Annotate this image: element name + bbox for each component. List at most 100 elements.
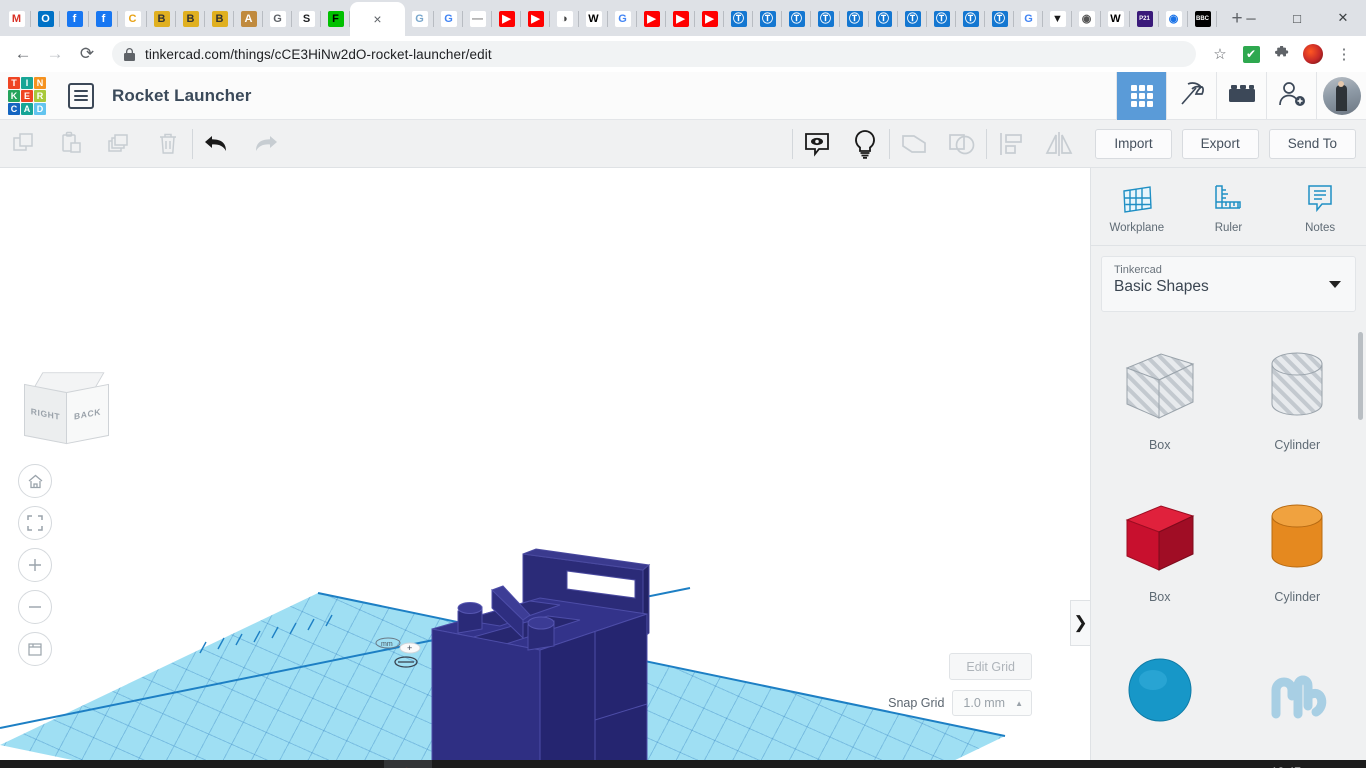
perspective-toggle-button[interactable] — [18, 632, 52, 666]
youtube-tab-3[interactable]: ▶ — [637, 2, 666, 36]
notification-center-button[interactable]: 3 — [1326, 760, 1366, 768]
tinkercad-tab-10[interactable]: Ⓣ — [985, 2, 1014, 36]
active-tab-tinkercad[interactable]: × — [350, 2, 405, 36]
file-explorer-button[interactable] — [96, 760, 144, 768]
character-tab[interactable]: A — [234, 2, 263, 36]
blocks-button[interactable] — [1216, 72, 1266, 120]
view-cube-right-face[interactable]: BACK — [66, 384, 109, 444]
facebook-tab-2[interactable]: f — [89, 2, 118, 36]
google-tab-2[interactable]: G — [608, 2, 637, 36]
tinkercad-logo[interactable]: TINKERCAD — [8, 77, 46, 115]
globe-tab[interactable]: G — [263, 2, 292, 36]
volume-icon[interactable] — [1170, 760, 1200, 768]
language-indicator[interactable]: ENG — [1200, 760, 1246, 768]
zoom-out-button[interactable] — [18, 590, 52, 624]
snap-grid-select[interactable]: 1.0 mm ▲ — [952, 690, 1032, 716]
microsoft-store-button[interactable] — [144, 760, 192, 768]
panel-toggle-button[interactable]: ❯ — [1070, 600, 1090, 646]
chrome-tab[interactable]: ◉ — [1072, 2, 1101, 36]
bumblebee-tab-3[interactable]: B — [205, 2, 234, 36]
funnel-tab[interactable]: ▼ — [1043, 2, 1072, 36]
gmail-tab[interactable]: M — [2, 2, 31, 36]
group-button[interactable] — [890, 120, 938, 168]
ungroup-button[interactable] — [938, 120, 986, 168]
bbc-tab[interactable]: BBC — [1188, 2, 1217, 36]
facebook-tab-1[interactable]: f — [60, 2, 89, 36]
extensions-puzzle-icon[interactable] — [1268, 40, 1296, 68]
notes-tool[interactable]: Notes — [1283, 183, 1357, 234]
designs-grid-button[interactable] — [1116, 72, 1166, 120]
zoom-in-button[interactable] — [18, 548, 52, 582]
hint-button[interactable] — [841, 120, 889, 168]
workplane-tool[interactable]: Workplane — [1100, 183, 1174, 234]
panel-scrollbar[interactable] — [1358, 332, 1363, 420]
tinkercad-tab-7[interactable]: Ⓣ — [898, 2, 927, 36]
camera-icon[interactable] — [1080, 760, 1109, 768]
window-maximize-button[interactable]: □ — [1274, 0, 1320, 36]
shape-box-red[interactable]: Box — [1091, 480, 1229, 632]
import-button[interactable]: Import — [1095, 129, 1171, 159]
duplicate-button[interactable] — [96, 120, 144, 168]
view-cube[interactable]: RIGHT BACK — [18, 364, 104, 446]
mail-button[interactable] — [192, 760, 240, 768]
tinkercad-tab-1[interactable]: Ⓣ — [724, 2, 753, 36]
redo-button[interactable] — [241, 120, 289, 168]
home-view-button[interactable] — [18, 464, 52, 498]
wikipedia-tab-2[interactable]: W — [1101, 2, 1130, 36]
comment-button[interactable] — [793, 120, 841, 168]
battery-icon[interactable] — [1109, 760, 1140, 768]
bookmark-star-icon[interactable]: ☆ — [1206, 40, 1234, 68]
align-button[interactable] — [987, 120, 1035, 168]
chegg-tab[interactable]: C — [118, 2, 147, 36]
edge-button[interactable] — [48, 760, 96, 768]
youtube-tab-5[interactable]: ▶ — [695, 2, 724, 36]
extension-check-icon[interactable]: ✔ — [1237, 40, 1265, 68]
shape-cylinder-orange[interactable]: Cylinder — [1229, 480, 1366, 632]
undo-button[interactable] — [193, 120, 241, 168]
invite-button[interactable] — [1266, 72, 1316, 120]
speaker-tab[interactable]: S — [292, 2, 321, 36]
view-cube-left-face[interactable]: RIGHT — [24, 384, 67, 444]
shape-library-select[interactable]: Tinkercad Basic Shapes — [1101, 256, 1356, 312]
address-bar[interactable]: tinkercad.com/things/cCE3HiNw2dO-rocket-… — [112, 41, 1196, 67]
tinkercad-tab-4[interactable]: Ⓣ — [811, 2, 840, 36]
youtube-tab-2[interactable]: ▶ — [521, 2, 550, 36]
edit-grid-button[interactable]: Edit Grid — [949, 653, 1032, 680]
window-close-button[interactable]: ✕ — [1320, 0, 1366, 36]
shape-cylinder-hole[interactable]: Cylinder — [1229, 328, 1366, 480]
delete-button[interactable] — [144, 120, 192, 168]
google-tab-3[interactable]: G — [1014, 2, 1043, 36]
wifi-icon[interactable] — [1140, 760, 1170, 768]
rocket-launcher-model[interactable] — [0, 168, 1090, 760]
flipkart-tab[interactable]: F — [321, 2, 350, 36]
back-button[interactable]: ← — [8, 39, 38, 69]
eye-tab[interactable]: ◉ — [1159, 2, 1188, 36]
tinkercad-tab-6[interactable]: Ⓣ — [869, 2, 898, 36]
google-tab-1[interactable]: G — [434, 2, 463, 36]
shape-sphere-blue[interactable] — [1091, 632, 1229, 760]
chrome-button[interactable] — [384, 760, 432, 768]
autodesk-button[interactable] — [336, 760, 384, 768]
shape-box-hole[interactable]: Box — [1091, 328, 1229, 480]
tinkercad-tab-3[interactable]: Ⓣ — [782, 2, 811, 36]
p21-tab[interactable]: P21 — [1130, 2, 1159, 36]
mirror-button[interactable] — [1035, 120, 1083, 168]
youtube-tab-4[interactable]: ▶ — [666, 2, 695, 36]
bumblebee-tab-2[interactable]: B — [176, 2, 205, 36]
bumblebee-tab-1[interactable]: B — [147, 2, 176, 36]
wikipedia-tab-1[interactable]: W — [579, 2, 608, 36]
dark-globe-tab[interactable]: ◑ — [550, 2, 579, 36]
tinkercad-tab-9[interactable]: Ⓣ — [956, 2, 985, 36]
paste-button[interactable] — [48, 120, 96, 168]
grammarly-tab[interactable]: G — [405, 2, 434, 36]
diamond-app-button[interactable] — [288, 760, 336, 768]
reload-button[interactable]: ⟳ — [72, 39, 102, 69]
minecraft-button[interactable] — [1166, 72, 1216, 120]
tinkercad-tab-5[interactable]: Ⓣ — [840, 2, 869, 36]
youtube-tab-1[interactable]: ▶ — [492, 2, 521, 36]
window-minimize-button[interactable]: ─ — [1228, 0, 1274, 36]
send-to-button[interactable]: Send To — [1269, 129, 1356, 159]
chrome-profile-avatar[interactable] — [1299, 40, 1327, 68]
list-icon[interactable] — [68, 83, 94, 109]
start-button[interactable] — [0, 760, 48, 768]
